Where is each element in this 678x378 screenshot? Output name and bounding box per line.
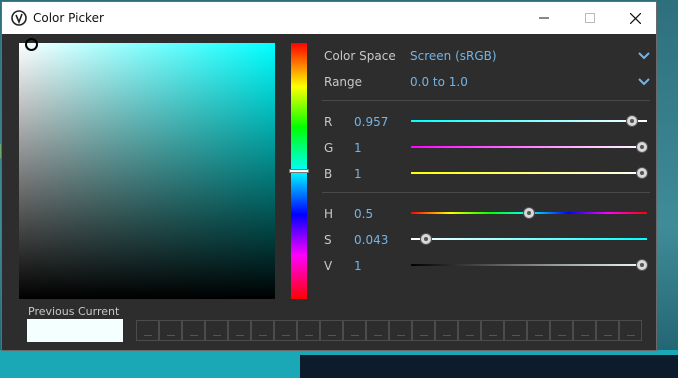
- history-swatch-slot[interactable]: [228, 320, 251, 341]
- current-color-swatch[interactable]: [27, 319, 123, 342]
- saturation-value-picker[interactable]: [19, 38, 275, 299]
- r-label: R: [324, 115, 333, 129]
- history-swatch-slot[interactable]: [435, 320, 458, 341]
- history-swatch-slot[interactable]: [274, 320, 297, 341]
- history-swatch-slot[interactable]: [320, 320, 343, 341]
- v-slider-track: [411, 264, 647, 266]
- maximize-icon: [585, 13, 595, 23]
- color-space-dropdown[interactable]: Screen (sRGB): [410, 49, 497, 63]
- g-value-field[interactable]: 1: [354, 141, 362, 155]
- title-bar[interactable]: Color Picker: [2, 2, 656, 34]
- history-swatch-slot[interactable]: [573, 320, 596, 341]
- minimize-button[interactable]: [521, 2, 567, 34]
- s-label: S: [324, 233, 332, 247]
- close-button[interactable]: [612, 2, 658, 34]
- b-slider[interactable]: [411, 168, 647, 178]
- history-swatch-slot[interactable]: [550, 320, 573, 341]
- v-label: V: [324, 259, 333, 273]
- h-label: H: [324, 207, 334, 221]
- v-slider[interactable]: [411, 260, 647, 270]
- history-swatch-slot[interactable]: [205, 320, 228, 341]
- v-slider-thumb[interactable]: [637, 260, 647, 270]
- history-swatch-slot[interactable]: [389, 320, 412, 341]
- s-slider-thumb[interactable]: [421, 234, 431, 244]
- h-slider[interactable]: [411, 208, 647, 218]
- history-swatch-slot[interactable]: [366, 320, 389, 341]
- s-value-field[interactable]: 0.043: [354, 233, 388, 247]
- s-slider-track: [411, 238, 647, 240]
- history-swatch-slot[interactable]: [251, 320, 274, 341]
- b-slider-track: [411, 172, 647, 174]
- b-label: B: [324, 167, 333, 181]
- g-slider-thumb[interactable]: [637, 142, 647, 152]
- maximize-button[interactable]: [567, 2, 613, 34]
- h-slider-thumb[interactable]: [524, 208, 534, 218]
- window-title: Color Picker: [33, 11, 104, 25]
- hue-slider-bar[interactable]: [289, 43, 309, 299]
- sv-picker-cursor[interactable]: [25, 38, 38, 51]
- history-swatch-slot[interactable]: [159, 320, 182, 341]
- g-slider[interactable]: [411, 142, 647, 152]
- current-label: Current: [78, 305, 120, 318]
- s-slider[interactable]: [411, 234, 647, 244]
- history-swatch-slot[interactable]: [297, 320, 320, 341]
- r-slider-thumb[interactable]: [627, 116, 637, 126]
- history-swatch-slot[interactable]: [504, 320, 527, 341]
- history-swatch-slot[interactable]: [182, 320, 205, 341]
- previous-label: Previous: [28, 305, 75, 318]
- color-picker-window: Color Picker Color Space Screen (sRGB) R…: [1, 1, 657, 351]
- chevron-down-icon[interactable]: [638, 52, 650, 60]
- range-label: Range: [324, 75, 363, 89]
- hue-slider-handle[interactable]: [289, 169, 309, 173]
- divider: [322, 100, 650, 101]
- range-dropdown[interactable]: 0.0 to 1.0: [410, 75, 468, 89]
- color-history-swatches: [136, 320, 644, 342]
- r-slider-track: [411, 120, 647, 122]
- color-space-label: Color Space: [324, 49, 396, 63]
- history-swatch-slot[interactable]: [136, 320, 159, 341]
- r-value-field[interactable]: 0.957: [354, 115, 388, 129]
- desktop-scene-roof: [300, 355, 678, 378]
- b-value-field[interactable]: 1: [354, 167, 362, 181]
- v-value-field[interactable]: 1: [354, 259, 362, 273]
- history-swatch-slot[interactable]: [481, 320, 504, 341]
- r-slider[interactable]: [411, 116, 647, 126]
- history-swatch-slot[interactable]: [343, 320, 366, 341]
- minimize-icon: [539, 17, 549, 19]
- history-swatch-slot[interactable]: [596, 320, 619, 341]
- b-slider-thumb[interactable]: [637, 168, 647, 178]
- close-icon: [629, 12, 641, 24]
- app-logo-icon: [11, 10, 27, 26]
- g-slider-track: [411, 146, 647, 148]
- history-swatch-slot[interactable]: [458, 320, 481, 341]
- history-swatch-slot[interactable]: [527, 320, 550, 341]
- divider: [322, 192, 650, 193]
- h-value-field[interactable]: 0.5: [354, 207, 373, 221]
- chevron-down-icon[interactable]: [638, 78, 650, 86]
- history-swatch-slot[interactable]: [619, 320, 642, 341]
- g-label: G: [324, 141, 334, 155]
- history-swatch-slot[interactable]: [412, 320, 435, 341]
